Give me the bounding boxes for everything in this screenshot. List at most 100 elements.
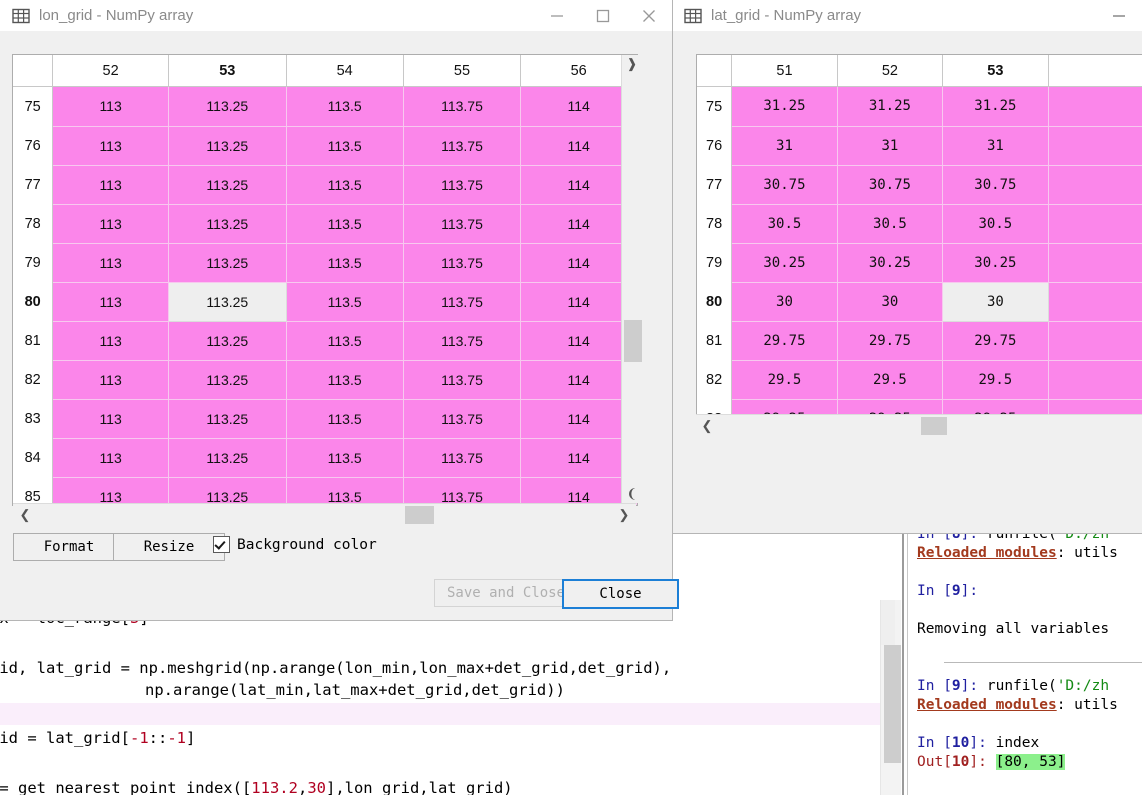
scroll-left-icon[interactable]: ❮ [698,415,716,436]
row-header[interactable]: 82 [697,360,733,399]
column-header[interactable]: 53 [168,55,287,87]
table-cell[interactable] [1048,321,1142,361]
scroll-up-icon[interactable]: ❱ [622,55,642,73]
table-row[interactable]: 82 113 113.25 113.5 113.75 114 [13,360,637,400]
table-cell[interactable]: 30.25 [837,243,944,283]
table-cell[interactable]: 113 [52,204,169,244]
code-editor[interactable]: n_max = loc_range[3]n_grid, lat_grid = n… [0,600,880,795]
table-cell[interactable]: 113.25 [168,477,287,505]
row-header[interactable]: 77 [13,165,54,204]
table-cell[interactable]: 30.25 [731,243,838,283]
table-cell[interactable]: 113 [52,399,169,439]
table-cell[interactable]: 113.75 [403,399,522,439]
table-cell[interactable]: 114 [520,126,637,166]
table-cell[interactable]: 113.5 [286,204,404,244]
table-cell[interactable]: 30.5 [942,204,1049,244]
table-cell[interactable]: 113.75 [403,282,522,322]
row-header[interactable]: 76 [13,126,54,165]
column-header[interactable]: 52 [52,55,169,87]
table-cell[interactable]: 113 [52,477,169,505]
table-cell[interactable]: 113.5 [286,282,404,322]
table-cell[interactable]: 113.25 [168,360,287,400]
row-header[interactable]: 82 [13,360,54,399]
table-cell[interactable]: 113.75 [403,126,522,166]
checkbox-checked-icon[interactable] [213,536,230,553]
lon-horizontal-scrollbar[interactable]: ❮ ❯ [13,503,636,526]
table-row[interactable]: 76 113 113.25 113.5 113.75 114 [13,126,637,166]
table-cell[interactable]: 113.75 [403,86,522,127]
table-row[interactable]: 84 113 113.25 113.5 113.75 114 [13,438,637,478]
ipython-console[interactable]: In [8]: runfile('D:/zh Reloaded modules: … [912,520,1142,795]
table-cell[interactable]: 113.25 [168,165,287,205]
editor-scroll-thumb[interactable] [884,645,901,763]
column-header[interactable]: 52 [837,55,944,87]
table-row[interactable]: 79 113 113.25 113.5 113.75 114 [13,243,637,283]
lon-grid-close-button[interactable] [626,0,672,31]
table-row[interactable]: 76 31 31 31 [697,126,1142,166]
row-header[interactable]: 80 [697,282,733,321]
table-cell[interactable]: 114 [520,204,637,244]
column-header[interactable]: 55 [403,55,522,87]
table-cell[interactable]: 31.25 [942,86,1049,127]
table-cell[interactable]: 114 [520,165,637,205]
table-cell[interactable]: 30.75 [837,165,944,205]
pane-splitter[interactable] [902,520,904,795]
row-header[interactable]: 75 [697,86,733,126]
lon-grid-table[interactable]: 52 53 54 55 56 75 113 113.25 113.5 113.75 114 76 113… [12,54,638,506]
table-cell[interactable]: 114 [520,86,637,127]
table-cell[interactable]: 113.5 [286,360,404,400]
table-cell[interactable]: 113 [52,243,169,283]
lon-grid-minimize-button[interactable] [534,0,580,31]
table-row[interactable]: 75 113 113.25 113.5 113.75 114 [13,86,637,127]
lon-background-color-checkbox[interactable]: Background color [213,536,377,553]
table-row[interactable]: 77 113 113.25 113.5 113.75 114 [13,165,637,205]
table-cell[interactable]: 114 [520,399,637,439]
row-header[interactable]: 80 [13,282,54,321]
table-cell[interactable]: 114 [520,438,637,478]
table-cell[interactable]: 113.5 [286,477,404,505]
table-row[interactable]: 80 30 30 30 [697,282,1142,322]
table-row[interactable]: 83 113 113.25 113.5 113.75 114 [13,399,637,439]
table-cell[interactable]: 30 [837,282,944,322]
table-cell[interactable]: 113.5 [286,86,404,127]
lat-hscroll-thumb[interactable] [921,417,947,435]
lon-hscroll-thumb[interactable] [405,506,434,524]
table-row[interactable]: 81 29.75 29.75 29.75 [697,321,1142,361]
table-cell[interactable]: 113 [52,321,169,361]
table-cell[interactable]: 114 [520,243,637,283]
table-cell[interactable]: 29.5 [942,360,1049,400]
table-cell[interactable]: 113 [52,438,169,478]
lat-grid-table[interactable]: 51 52 53 75 31.25 31.25 31.25 76 31 31 31 77 30.75 30… [696,54,1142,422]
row-header[interactable]: 79 [13,243,54,282]
table-cell[interactable]: 113.25 [168,126,287,166]
table-cell[interactable]: 113.75 [403,165,522,205]
column-header[interactable]: 54 [286,55,404,87]
table-cell[interactable]: 31.25 [731,86,838,127]
table-cell[interactable]: 113.5 [286,438,404,478]
lon-vertical-scrollbar[interactable]: ❱ ❨ [621,55,642,503]
lon-vscroll-thumb[interactable] [624,320,642,362]
table-cell[interactable]: 29.75 [837,321,944,361]
table-cell[interactable] [1048,204,1142,244]
row-header[interactable]: 76 [697,126,733,165]
table-row[interactable]: 85 113 113.25 113.5 113.75 114 [13,477,637,505]
row-header[interactable]: 85 [13,477,54,505]
table-cell[interactable]: 30.5 [731,204,838,244]
table-cell[interactable]: 30.75 [731,165,838,205]
editor-vertical-scrollbar[interactable] [880,600,901,795]
column-header[interactable] [1048,55,1142,87]
table-cell[interactable]: 113.5 [286,243,404,283]
lon-close-button[interactable]: Close [562,579,679,609]
table-cell[interactable] [1048,86,1142,127]
row-header[interactable]: 83 [13,399,54,438]
table-cell[interactable]: 113.25 [168,243,287,283]
table-row[interactable]: 81 113 113.25 113.5 113.75 114 [13,321,637,361]
lon-resize-button[interactable]: Resize [113,533,225,561]
table-cell[interactable] [1048,360,1142,400]
table-row[interactable]: 77 30.75 30.75 30.75 [697,165,1142,205]
row-header[interactable]: 81 [13,321,54,360]
table-cell[interactable]: 114 [520,477,637,505]
table-row[interactable]: 75 31.25 31.25 31.25 [697,86,1142,127]
column-header[interactable]: 53 [942,55,1049,87]
table-row[interactable]: 78 113 113.25 113.5 113.75 114 [13,204,637,244]
